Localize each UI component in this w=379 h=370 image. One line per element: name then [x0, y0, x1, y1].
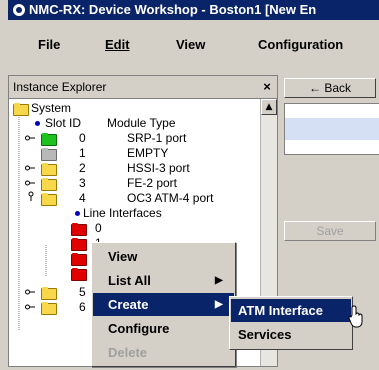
menu-item-configure[interactable]: Configure: [93, 317, 234, 340]
module-type[interactable]: HSSI-3 port: [127, 162, 190, 175]
detail-area: [284, 103, 379, 155]
slot-id[interactable]: 1: [79, 147, 86, 160]
folder-open-icon: [41, 193, 57, 206]
folder-icon: [71, 268, 87, 281]
slot-id[interactable]: 6: [79, 301, 86, 314]
folder-icon: [13, 103, 29, 116]
line-interface-id[interactable]: 0: [95, 222, 102, 235]
slot-id[interactable]: 2: [79, 162, 86, 175]
submenu-item-services[interactable]: Services: [231, 323, 351, 346]
mouse-pointer-icon: [348, 305, 363, 328]
folder-icon: [71, 223, 87, 236]
folder-icon: [41, 178, 57, 191]
slot-id[interactable]: 0: [79, 132, 86, 145]
menu-bar: File Edit View Configuration: [8, 20, 379, 66]
key-icon[interactable]: [25, 180, 35, 186]
app-icon: [13, 4, 25, 16]
folder-icon: [71, 253, 87, 266]
explorer-title: Instance Explorer: [13, 80, 107, 94]
menu-file[interactable]: File: [38, 37, 60, 52]
window-title-bar[interactable]: NMC-RX: Device Workshop - Boston1 [New E…: [8, 0, 379, 20]
scroll-up-icon[interactable]: ▲: [261, 99, 277, 115]
module-type[interactable]: EMPTY: [127, 147, 168, 160]
folder-icon: [41, 287, 57, 300]
submenu-item-atm-interface[interactable]: ATM Interface: [231, 299, 351, 322]
menu-item-list-all[interactable]: List All ▶: [93, 269, 234, 292]
folder-icon: [41, 302, 57, 315]
slot-id[interactable]: 5: [79, 286, 86, 299]
slot-id[interactable]: 3: [79, 177, 86, 190]
tree-item-line-interfaces[interactable]: Line Interfaces: [83, 207, 162, 220]
menu-configuration[interactable]: Configuration: [258, 37, 343, 52]
menu-item-view[interactable]: View: [93, 245, 234, 268]
tree-item-system[interactable]: System: [31, 102, 71, 115]
create-submenu: ATM Interface Services: [229, 296, 353, 350]
module-type[interactable]: SRP-1 port: [127, 132, 186, 145]
menu-item-create[interactable]: Create ▶: [93, 293, 234, 316]
module-type[interactable]: OC3 ATM-4 port: [127, 192, 213, 205]
menu-item-delete: Delete: [108, 345, 148, 360]
menu-edit[interactable]: Edit: [105, 37, 130, 52]
close-icon[interactable]: ×: [259, 79, 275, 95]
key-icon[interactable]: [25, 165, 35, 171]
folder-icon: [71, 238, 87, 251]
explorer-header: Instance Explorer ×: [9, 76, 277, 99]
folder-icon: [41, 163, 57, 176]
back-button[interactable]: ← Back: [284, 78, 376, 98]
folder-icon: [41, 148, 57, 161]
folder-icon: [41, 133, 57, 146]
bullet-icon: [35, 121, 40, 126]
submenu-arrow-icon: ▶: [215, 275, 223, 286]
selection-band: [285, 118, 379, 140]
column-module-type: Module Type: [107, 116, 176, 130]
column-slot-id: Slot ID: [45, 116, 82, 130]
module-type[interactable]: FE-2 port: [127, 177, 177, 190]
context-menu: View List All ▶ Create ▶ Configure Delet…: [91, 242, 236, 367]
window-title: NMC-RX: Device Workshop - Boston1 [New E…: [29, 2, 317, 17]
bullet-icon: [75, 211, 80, 216]
slot-id[interactable]: 4: [79, 192, 86, 205]
menu-view[interactable]: View: [176, 37, 205, 52]
key-expanded-icon[interactable]: [27, 191, 35, 201]
key-icon[interactable]: [25, 304, 35, 310]
key-icon[interactable]: [25, 289, 35, 295]
key-icon[interactable]: [25, 135, 35, 141]
submenu-arrow-icon: ▶: [215, 299, 223, 310]
save-button[interactable]: Save: [284, 221, 376, 241]
